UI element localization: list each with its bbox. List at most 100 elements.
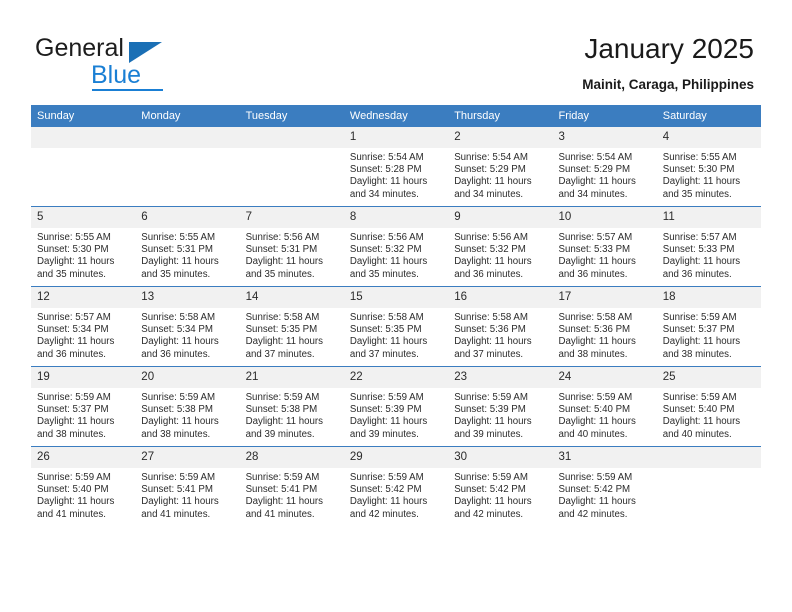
day-details: Sunrise: 5:55 AM Sunset: 5:30 PM Dayligh… (657, 148, 761, 201)
day-cell[interactable]: 9 Sunrise: 5:56 AM Sunset: 5:32 PM Dayli… (448, 206, 553, 287)
day-details: Sunrise: 5:59 AM Sunset: 5:38 PM Dayligh… (135, 388, 239, 441)
sunset-text: Sunset: 5:36 PM (558, 324, 631, 336)
daylight-text-line2: and 39 minutes. (454, 428, 524, 440)
weekday-header-row: Sunday Monday Tuesday Wednesday Thursday… (31, 105, 761, 127)
day-cell[interactable]: 2 Sunrise: 5:54 AM Sunset: 5:29 PM Dayli… (448, 127, 553, 207)
day-cell[interactable]: 12 Sunrise: 5:57 AM Sunset: 5:34 PM Dayl… (31, 286, 136, 367)
day-cell[interactable]: 31 Sunrise: 5:59 AM Sunset: 5:42 PM Dayl… (552, 446, 657, 526)
daylight-text-line1: Daylight: 11 hours (349, 176, 428, 188)
day-cell[interactable]: 21 Sunrise: 5:59 AM Sunset: 5:38 PM Dayl… (239, 366, 344, 447)
day-cell[interactable] (239, 127, 344, 207)
day-cell[interactable]: 11 Sunrise: 5:57 AM Sunset: 5:33 PM Dayl… (656, 206, 761, 287)
daylight-text-line2: and 42 minutes. (558, 508, 628, 520)
day-number: 3 (552, 127, 657, 148)
logo-underline (92, 89, 163, 91)
daylight-text-line2: and 42 minutes. (454, 508, 524, 520)
sunrise-text: Sunrise: 5:59 AM (558, 392, 633, 403)
day-details: Sunrise: 5:59 AM Sunset: 5:42 PM Dayligh… (552, 468, 656, 521)
title-block: January 2025 Mainit, Caraga, Philippines (582, 32, 754, 93)
day-cell[interactable]: 23 Sunrise: 5:59 AM Sunset: 5:39 PM Dayl… (448, 366, 553, 447)
daylight-text-line1: Daylight: 11 hours (662, 336, 741, 348)
day-cell[interactable]: 3 Sunrise: 5:54 AM Sunset: 5:29 PM Dayli… (552, 127, 657, 207)
day-cell[interactable]: 22 Sunrise: 5:59 AM Sunset: 5:39 PM Dayl… (343, 366, 449, 447)
general-blue-logo[interactable]: General Blue (35, 34, 255, 91)
sunset-text: Sunset: 5:28 PM (349, 164, 422, 176)
day-cell[interactable] (31, 127, 136, 207)
day-cell[interactable]: 20 Sunrise: 5:59 AM Sunset: 5:38 PM Dayl… (135, 366, 240, 447)
sunrise-text: Sunrise: 5:59 AM (141, 392, 216, 403)
day-cell[interactable]: 16 Sunrise: 5:58 AM Sunset: 5:36 PM Dayl… (448, 286, 553, 367)
day-details: Sunrise: 5:57 AM Sunset: 5:33 PM Dayligh… (552, 228, 656, 281)
day-details: Sunrise: 5:58 AM Sunset: 5:35 PM Dayligh… (344, 308, 448, 361)
sunrise-text: Sunrise: 5:55 AM (141, 232, 216, 243)
daylight-text-line2: and 38 minutes. (558, 348, 628, 360)
day-cell[interactable]: 28 Sunrise: 5:59 AM Sunset: 5:41 PM Dayl… (239, 446, 344, 526)
day-details: Sunrise: 5:54 AM Sunset: 5:28 PM Dayligh… (344, 148, 448, 201)
day-cell[interactable]: 18 Sunrise: 5:59 AM Sunset: 5:37 PM Dayl… (656, 286, 761, 367)
day-cell[interactable]: 10 Sunrise: 5:57 AM Sunset: 5:33 PM Dayl… (552, 206, 657, 287)
daylight-text-line2: and 36 minutes. (37, 348, 106, 360)
day-cell[interactable]: 27 Sunrise: 5:59 AM Sunset: 5:41 PM Dayl… (135, 446, 240, 526)
day-cell[interactable]: 13 Sunrise: 5:58 AM Sunset: 5:34 PM Dayl… (135, 286, 240, 367)
day-cell[interactable]: 15 Sunrise: 5:58 AM Sunset: 5:35 PM Dayl… (343, 286, 449, 367)
day-cell[interactable]: 19 Sunrise: 5:59 AM Sunset: 5:37 PM Dayl… (31, 366, 136, 447)
sunset-text: Sunset: 5:30 PM (662, 164, 735, 176)
weekday-header-wednesday: Wednesday (343, 105, 449, 127)
day-details: Sunrise: 5:56 AM Sunset: 5:31 PM Dayligh… (240, 228, 344, 281)
sunrise-text: Sunrise: 5:58 AM (558, 312, 633, 323)
day-cell[interactable]: 4 Sunrise: 5:55 AM Sunset: 5:30 PM Dayli… (656, 127, 761, 207)
sunrise-text: Sunrise: 5:57 AM (37, 312, 111, 323)
daylight-text-line2: and 35 minutes. (37, 268, 106, 280)
day-details: Sunrise: 5:56 AM Sunset: 5:32 PM Dayligh… (344, 228, 448, 281)
daylight-text-line2: and 34 minutes. (349, 188, 419, 200)
day-cell[interactable]: 26 Sunrise: 5:59 AM Sunset: 5:40 PM Dayl… (31, 446, 136, 526)
weekday-header-saturday: Saturday (656, 105, 761, 127)
day-cell[interactable] (656, 446, 761, 526)
day-details (31, 148, 135, 152)
daylight-text-line2: and 37 minutes. (349, 348, 419, 360)
daylight-text-line1: Daylight: 11 hours (37, 416, 115, 428)
sunrise-text: Sunrise: 5:57 AM (558, 232, 633, 243)
day-cell[interactable]: 6 Sunrise: 5:55 AM Sunset: 5:31 PM Dayli… (135, 206, 240, 287)
sunrise-text: Sunrise: 5:59 AM (454, 392, 528, 403)
day-number: 16 (448, 287, 553, 308)
day-cell[interactable]: 8 Sunrise: 5:56 AM Sunset: 5:32 PM Dayli… (343, 206, 449, 287)
day-number: 25 (656, 367, 761, 388)
daylight-text-line2: and 35 minutes. (662, 188, 732, 200)
daylight-text-line1: Daylight: 11 hours (558, 176, 636, 188)
day-details (657, 468, 761, 472)
daylight-text-line1: Daylight: 11 hours (37, 256, 115, 268)
daylight-text-line2: and 36 minutes. (662, 268, 732, 280)
day-cell[interactable]: 29 Sunrise: 5:59 AM Sunset: 5:42 PM Dayl… (343, 446, 449, 526)
day-cell[interactable]: 14 Sunrise: 5:58 AM Sunset: 5:35 PM Dayl… (239, 286, 344, 367)
daylight-text-line2: and 35 minutes. (349, 268, 419, 280)
daylight-text-line1: Daylight: 11 hours (454, 416, 532, 428)
daylight-text-line2: and 39 minutes. (349, 428, 419, 440)
week-row: 1 Sunrise: 5:54 AM Sunset: 5:28 PM Dayli… (31, 127, 761, 207)
daylight-text-line2: and 36 minutes. (141, 348, 211, 360)
day-details: Sunrise: 5:58 AM Sunset: 5:36 PM Dayligh… (448, 308, 552, 361)
daylight-text-line1: Daylight: 11 hours (662, 256, 741, 268)
day-cell[interactable]: 25 Sunrise: 5:59 AM Sunset: 5:40 PM Dayl… (656, 366, 761, 447)
day-cell[interactable]: 17 Sunrise: 5:58 AM Sunset: 5:36 PM Dayl… (552, 286, 657, 367)
day-cell[interactable]: 5 Sunrise: 5:55 AM Sunset: 5:30 PM Dayli… (31, 206, 136, 287)
day-cell[interactable]: 7 Sunrise: 5:56 AM Sunset: 5:31 PM Dayli… (239, 206, 344, 287)
day-details: Sunrise: 5:57 AM Sunset: 5:33 PM Dayligh… (657, 228, 761, 281)
sunset-text: Sunset: 5:41 PM (141, 484, 213, 496)
sunset-text: Sunset: 5:29 PM (454, 164, 526, 176)
sunrise-text: Sunrise: 5:56 AM (245, 232, 320, 243)
daylight-text-line1: Daylight: 11 hours (349, 256, 428, 268)
day-details: Sunrise: 5:58 AM Sunset: 5:35 PM Dayligh… (240, 308, 344, 361)
day-cell[interactable]: 30 Sunrise: 5:59 AM Sunset: 5:42 PM Dayl… (448, 446, 553, 526)
day-details: Sunrise: 5:59 AM Sunset: 5:38 PM Dayligh… (240, 388, 344, 441)
sunset-text: Sunset: 5:29 PM (558, 164, 631, 176)
day-cell[interactable]: 24 Sunrise: 5:59 AM Sunset: 5:40 PM Dayl… (552, 366, 657, 447)
daylight-text-line2: and 40 minutes. (558, 428, 628, 440)
day-cell[interactable]: 1 Sunrise: 5:54 AM Sunset: 5:28 PM Dayli… (343, 127, 449, 207)
day-cell[interactable] (135, 127, 240, 207)
sunrise-text: Sunrise: 5:59 AM (662, 312, 737, 323)
sunset-text: Sunset: 5:40 PM (662, 404, 735, 416)
sunset-text: Sunset: 5:37 PM (662, 324, 735, 336)
day-details: Sunrise: 5:59 AM Sunset: 5:42 PM Dayligh… (448, 468, 552, 521)
daylight-text-line1: Daylight: 11 hours (558, 416, 636, 428)
